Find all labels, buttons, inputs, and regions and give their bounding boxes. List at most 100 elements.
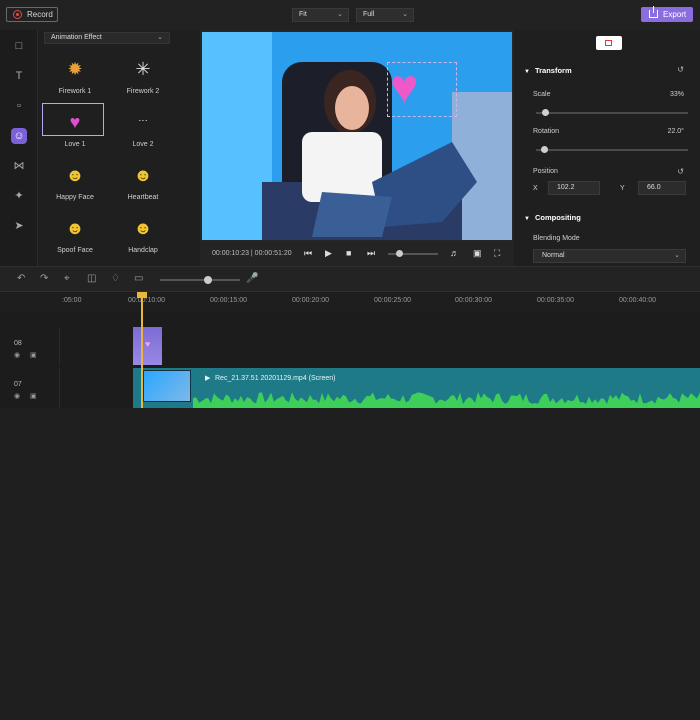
export-button[interactable]: Export [641, 6, 693, 22]
magic-icon[interactable]: ✦ [11, 188, 27, 204]
timeline-ruler[interactable]: :05:00 00:00:10:00 00:00:15:00 00:00:20:… [0, 292, 700, 312]
microphone-icon[interactable]: 🎤 [246, 273, 258, 284]
ruler-tick: 00:00:15:00 [210, 297, 247, 304]
effect-clip[interactable]: ♥ [133, 327, 162, 365]
timeline-scrollbar[interactable] [690, 624, 700, 720]
fit-dropdown[interactable]: Fit ⌄ [292, 8, 349, 22]
clip-thumbnail [143, 370, 191, 402]
transition-icon[interactable]: ⋈ [11, 158, 27, 174]
text-icon[interactable]: T [11, 68, 27, 84]
effect-category-dropdown[interactable]: Animation Effect ⌄ [44, 32, 170, 44]
effect-label: Happy Face [56, 194, 94, 201]
effect-love-2[interactable]: ⋅⋅⋅ Love 2 [111, 103, 175, 155]
redo-icon[interactable]: ↷ [40, 273, 48, 284]
crop-icon[interactable]: ⌖ [64, 273, 70, 284]
prev-frame-icon[interactable]: ⏮ [304, 248, 312, 259]
scale-label: Scale [533, 91, 551, 98]
volume-icon[interactable]: ♬ [450, 248, 459, 258]
effect-love-1[interactable]: ♥ Love 1 [42, 103, 107, 155]
sparkle-icon: ⋅⋅⋅ [138, 116, 148, 127]
fit-timeline-icon[interactable]: ▭ [134, 273, 143, 284]
effect-label: Spoof Face [57, 247, 93, 254]
effect-heartbeat[interactable]: ☻ Heartbeat [111, 156, 175, 208]
slider-knob[interactable] [204, 276, 212, 284]
annotation-icon[interactable]: ▫ [11, 98, 27, 114]
player-controls: 00:00:10:23 | 00:00:51:20 ⏮ ▶ ■ ⏭ ♬ ▣ ⛶ [200, 242, 514, 266]
blending-dropdown[interactable]: Normal ⌄ [533, 249, 686, 263]
chevron-down-icon: ⌄ [674, 252, 680, 259]
folder-icon[interactable]: □ [11, 38, 27, 54]
happy-face-icon: ☻ [65, 165, 85, 185]
timeline-toolbar: ↶ ↷ ⌖ ◫ ♢ ▭ 🎤 [0, 266, 700, 292]
fullscreen-icon[interactable]: ⛶ [494, 248, 500, 259]
play-icon[interactable]: ▶ [325, 248, 332, 259]
effect-label: Love 2 [132, 141, 154, 148]
ruler-tick: 00:00:35:00 [537, 297, 574, 304]
chevron-down-icon: ⌄ [402, 11, 408, 18]
effect-firework-2[interactable]: ✳ Firework 2 [111, 50, 175, 102]
eye-icon[interactable]: ◉ [14, 351, 20, 359]
lock-icon[interactable]: ▣ [30, 392, 37, 400]
preview-panel: ♥ 00:00:10:23 | 00:00:51:20 ⏮ ▶ ■ ⏭ ♬ ▣ … [200, 30, 514, 266]
ruler-tick: 00:00:40:00 [619, 297, 656, 304]
snapshot-icon[interactable]: ▣ [473, 248, 482, 259]
stop-icon[interactable]: ■ [346, 248, 351, 258]
ruler-tick: 00:00:30:00 [455, 297, 492, 304]
eye-icon[interactable]: ◉ [14, 392, 20, 400]
record-icon [13, 10, 22, 19]
quality-dropdown[interactable]: Full ⌄ [356, 8, 414, 22]
y-value: 66.0 [647, 184, 661, 191]
ruler-tick: 00:00:10:00 [128, 297, 165, 304]
quality-value: Full [363, 11, 375, 18]
transform-header[interactable]: ▼ Transform [524, 66, 572, 75]
track-number: 07 [14, 381, 22, 388]
timeline-zoom-slider[interactable] [160, 276, 240, 284]
undo-icon[interactable]: ↶ [17, 273, 25, 284]
compositing-label: Compositing [534, 213, 581, 222]
track-header: 07 ◉ ▣ [0, 368, 60, 408]
video-clip[interactable]: ▶ Rec_21.37.51 20201129.mp4 (Screen) [133, 368, 700, 408]
chevron-down-icon: ⌄ [337, 11, 343, 18]
reset-icon[interactable]: ↺ [677, 65, 684, 74]
scale-slider[interactable] [536, 109, 688, 116]
pin-icon[interactable]: ➤ [11, 218, 27, 234]
effect-handclap[interactable]: ☻ Handclap [111, 209, 175, 261]
volume-slider[interactable] [388, 250, 438, 257]
ruler-tick: :05:00 [62, 297, 82, 304]
slider-knob[interactable] [396, 250, 403, 257]
video-canvas[interactable]: ♥ [202, 32, 512, 240]
effects-icon[interactable]: ☺ [11, 128, 27, 144]
effect-spoof-face[interactable]: ☻ Spoof Face [43, 209, 107, 261]
effect-category-value: Animation Effect [51, 34, 102, 41]
collapse-icon: ▼ [524, 216, 530, 222]
playhead[interactable] [141, 292, 143, 408]
effect-firework-1[interactable]: ✹ Firework 1 [43, 50, 107, 102]
record-button[interactable]: Record [6, 7, 58, 22]
slider-knob[interactable] [541, 146, 548, 153]
lock-icon[interactable]: ▣ [30, 351, 37, 359]
heart-eyes-icon: ☻ [133, 165, 153, 185]
effect-label: Firework 2 [126, 88, 160, 95]
firework-icon: ✳ [135, 59, 151, 79]
rotation-slider[interactable] [536, 146, 688, 153]
y-field[interactable]: 66.0 [638, 181, 686, 195]
handclap-icon: ☻ [133, 218, 153, 238]
marker-icon[interactable]: ♢ [111, 273, 120, 284]
camera-button[interactable] [596, 36, 622, 50]
x-value: 102.2 [557, 184, 575, 191]
effect-happy-face[interactable]: ☻ Happy Face [43, 156, 107, 208]
blending-label: Blending Mode [533, 235, 580, 242]
split-icon[interactable]: ◫ [87, 273, 96, 284]
export-icon [649, 6, 658, 18]
compositing-header[interactable]: ▼ Compositing [524, 213, 581, 222]
next-frame-icon[interactable]: ⏭ [367, 248, 375, 259]
heart-effect-overlay[interactable]: ♥ [390, 60, 419, 116]
effect-label: Heartbeat [127, 194, 159, 201]
slider-knob[interactable] [542, 109, 549, 116]
reset-icon[interactable]: ↺ [677, 167, 684, 176]
ruler-tick: 00:00:25:00 [374, 297, 411, 304]
x-field[interactable]: 102.2 [548, 181, 600, 195]
effect-label: Handclap [128, 247, 158, 254]
transform-label: Transform [534, 66, 572, 75]
audio-waveform [193, 392, 700, 408]
